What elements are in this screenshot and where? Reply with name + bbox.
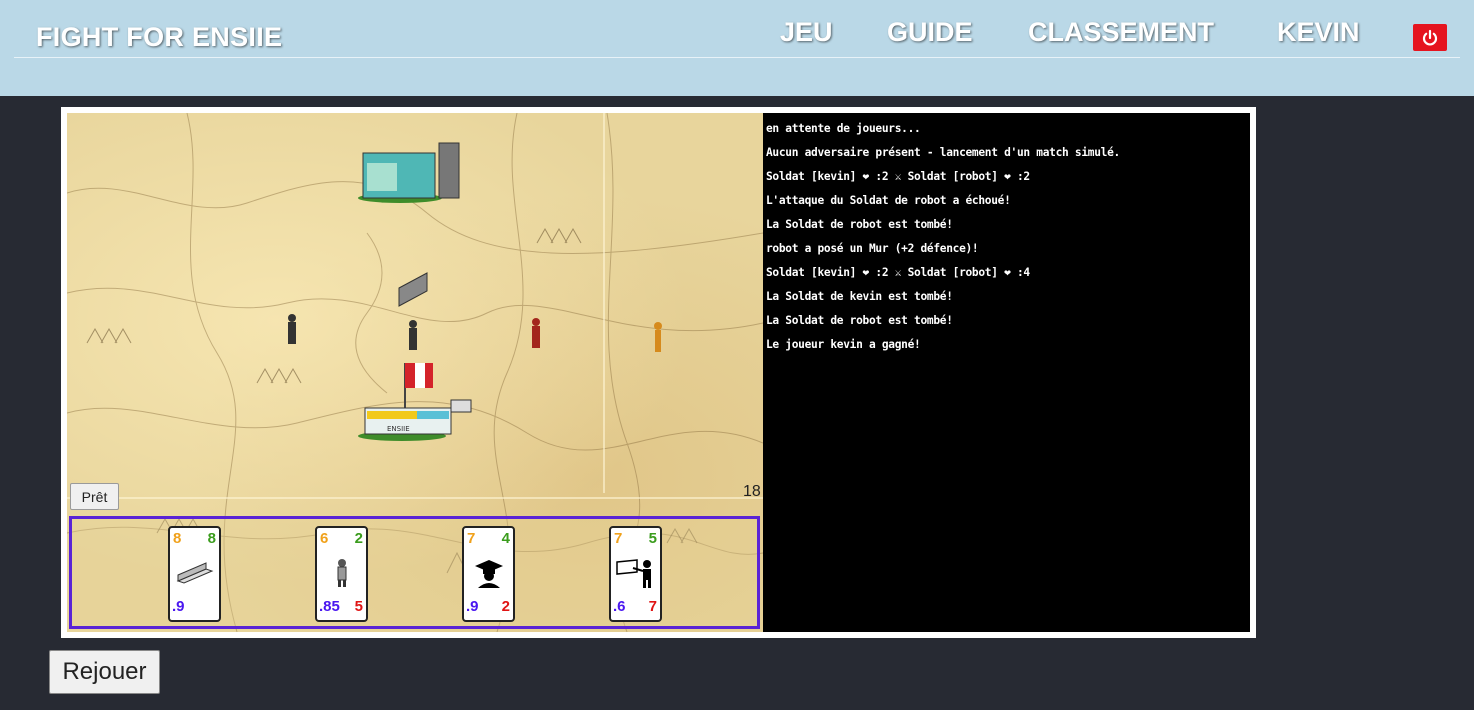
card-probability: .6: [613, 598, 626, 615]
log-line: La Soldat de kevin est tombé!: [766, 290, 953, 303]
enemy-soldier-icon: [654, 322, 662, 352]
card-defense: 5: [648, 530, 657, 547]
card-attack: 7: [648, 598, 657, 615]
wall-icon: [398, 272, 428, 307]
card-defense: 2: [354, 530, 363, 547]
enemy-building-icon: [358, 142, 460, 203]
flag-icon: [404, 363, 433, 413]
player-building-icon: [358, 399, 472, 441]
game-panel: ENSIIE Prêt 18 8 8 .9 6 2 .85 5 7 4 .9 2…: [61, 107, 1256, 638]
card-defense: 4: [501, 530, 510, 547]
card-probability: .9: [172, 598, 185, 615]
replay-button[interactable]: Rejouer: [49, 650, 160, 694]
log-line: robot a posé un Mur (+2 défence)!: [766, 242, 979, 255]
card-wall[interactable]: 8 8 .9: [168, 526, 221, 622]
log-line: en attente de joueurs...: [766, 122, 921, 135]
log-line: La Soldat de robot est tombé!: [766, 218, 953, 231]
card-attack: 2: [501, 598, 510, 615]
power-icon: [1422, 29, 1438, 45]
graduate-icon: [464, 550, 513, 596]
log-line: Soldat [kevin] ❤ :2 ⚔ Soldat [robot] ❤ :…: [766, 170, 1030, 183]
card-cost: 8: [173, 530, 182, 547]
nav-jeu[interactable]: JEU: [780, 17, 833, 48]
log-line: Soldat [kevin] ❤ :2 ⚔ Soldat [robot] ❤ :…: [766, 266, 1030, 279]
card-attack: 5: [354, 598, 363, 615]
turn-timer: 18: [743, 483, 761, 500]
card-cost: 7: [467, 530, 476, 547]
ready-button[interactable]: Prêt: [70, 483, 119, 510]
game-map[interactable]: ENSIIE Prêt 18 8 8 .9 6 2 .85 5 7 4 .9 2…: [67, 113, 763, 632]
log-line: Le joueur kevin a gagné!: [766, 338, 921, 351]
soldier-icon: [317, 550, 366, 596]
wall-icon: [170, 550, 219, 596]
building-sign: ENSIIE: [387, 425, 410, 433]
log-line: Aucun adversaire présent - lancement d'u…: [766, 146, 1120, 159]
header-divider: [14, 57, 1460, 58]
enemy-soldier-icon: [532, 318, 540, 348]
card-probability: .85: [319, 598, 340, 615]
card-probability: .9: [466, 598, 479, 615]
card-hand: 8 8 .9 6 2 .85 5 7 4 .9 2 7 5 .6 7: [69, 516, 760, 629]
game-log: en attente de joueurs... Aucun adversair…: [763, 113, 1250, 632]
brand-title[interactable]: FIGHT FOR ENSIIE: [36, 22, 282, 53]
nav-guide[interactable]: GUIDE: [887, 17, 973, 48]
card-cost: 6: [320, 530, 329, 547]
card-teacher[interactable]: 7 5 .6 7: [609, 526, 662, 622]
soldier-icon: [288, 314, 296, 344]
card-cost: 7: [614, 530, 623, 547]
log-line: La Soldat de robot est tombé!: [766, 314, 953, 327]
teacher-icon: [611, 550, 660, 596]
top-navbar: FIGHT FOR ENSIIE JEU GUIDE CLASSEMENT KE…: [0, 0, 1474, 96]
soldier-icon: [409, 320, 417, 350]
logout-button[interactable]: [1413, 24, 1447, 51]
nav-classement[interactable]: CLASSEMENT: [1028, 17, 1214, 48]
nav-user-kevin[interactable]: KEVIN: [1277, 17, 1360, 48]
log-line: L'attaque du Soldat de robot a échoué!: [766, 194, 1011, 207]
card-graduate[interactable]: 7 4 .9 2: [462, 526, 515, 622]
card-defense: 8: [207, 530, 216, 547]
card-soldier[interactable]: 6 2 .85 5: [315, 526, 368, 622]
